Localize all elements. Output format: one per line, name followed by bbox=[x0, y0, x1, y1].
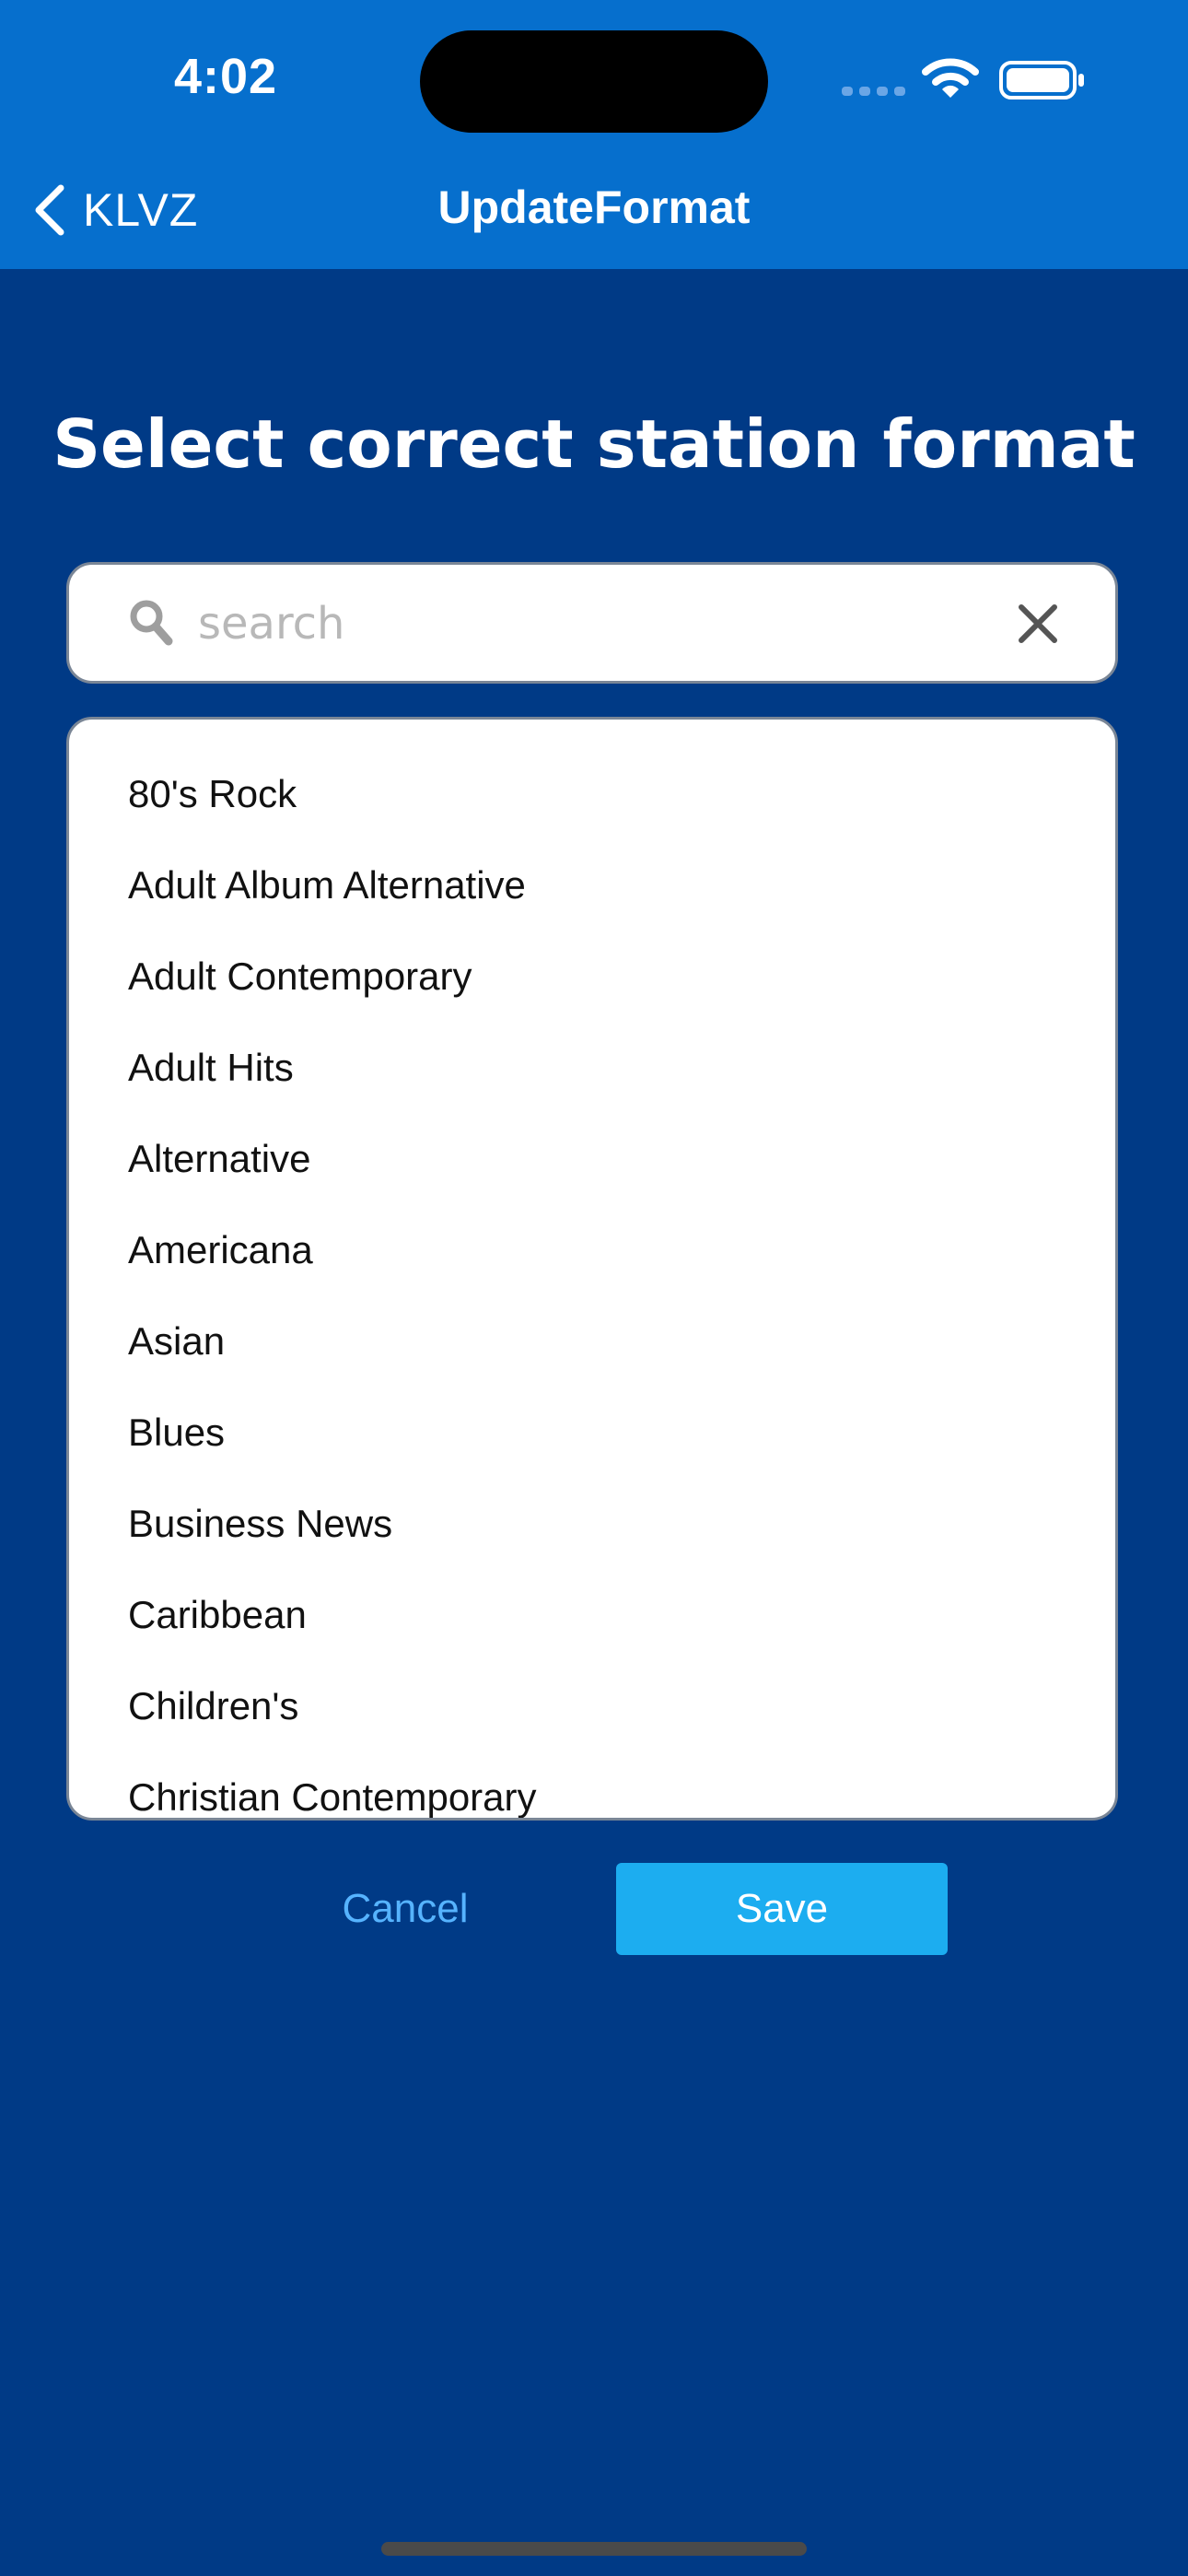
close-icon[interactable] bbox=[1016, 602, 1060, 646]
list-item[interactable]: Adult Album Alternative bbox=[128, 858, 526, 913]
list-item[interactable]: Children's bbox=[128, 1679, 298, 1734]
status-time: 4:02 bbox=[173, 49, 278, 104]
battery-icon bbox=[999, 61, 1084, 100]
search-bar bbox=[66, 562, 1118, 684]
nav-title: UpdateFormat bbox=[437, 181, 751, 233]
list-item[interactable]: Alternative bbox=[128, 1131, 310, 1187]
home-indicator bbox=[381, 2542, 807, 2556]
search-input[interactable] bbox=[198, 587, 953, 661]
list-item[interactable]: 80's Rock bbox=[128, 767, 297, 822]
format-list[interactable]: 80's Rock Adult Album Alternative Adult … bbox=[66, 717, 1118, 1821]
list-item[interactable]: Caribbean bbox=[128, 1587, 307, 1643]
list-item[interactable]: Christian Contemporary bbox=[128, 1770, 537, 1818]
list-item[interactable]: Adult Contemporary bbox=[128, 949, 472, 1004]
list-item[interactable]: Business News bbox=[128, 1496, 392, 1551]
back-label: KLVZ bbox=[83, 184, 199, 236]
back-button[interactable]: KLVZ bbox=[31, 173, 198, 247]
save-button[interactable]: Save bbox=[616, 1863, 948, 1955]
chevron-left-icon bbox=[35, 184, 64, 236]
dynamic-island bbox=[420, 30, 768, 133]
search-icon bbox=[130, 600, 173, 646]
wifi-icon bbox=[922, 58, 979, 98]
list-item[interactable]: Adult Hits bbox=[128, 1040, 294, 1095]
cellular-signal-icon bbox=[842, 87, 905, 96]
page-heading: Select correct station format bbox=[52, 405, 1136, 483]
cancel-button[interactable]: Cancel bbox=[267, 1863, 543, 1955]
list-item[interactable]: Blues bbox=[128, 1405, 225, 1460]
navigation-header: 4:02 KLVZ UpdateFormat bbox=[0, 0, 1188, 269]
list-item[interactable]: Asian bbox=[128, 1314, 225, 1369]
list-item[interactable]: Americana bbox=[128, 1223, 313, 1278]
